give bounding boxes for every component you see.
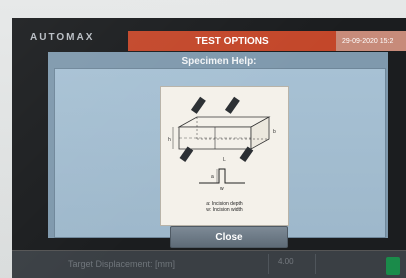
touch-screen: AUTOMAX TEST OPTIONS 29-09-2020 15:2 Spe…	[12, 18, 406, 278]
top-pin-right	[224, 96, 240, 114]
specimen-drawing: h b L a w	[168, 96, 276, 192]
target-displacement-label: Target Displacement: [mm]	[68, 259, 176, 269]
diagram-legend: a: Incision depth w: Incision width	[161, 201, 288, 213]
svg-text:h: h	[168, 137, 171, 143]
brand-logo: AUTOMAX	[30, 32, 95, 43]
close-button[interactable]: Close	[170, 226, 288, 248]
target-displacement-row: Target Displacement: [mm] 4.00	[12, 250, 406, 278]
dialog-title: Specimen Help:	[181, 56, 257, 67]
svg-text:b: b	[273, 129, 276, 135]
notch-detail	[199, 168, 245, 184]
svg-text:L: L	[223, 157, 226, 163]
svg-text:w: w	[220, 186, 224, 192]
datetime-display: 29-09-2020 15:2	[336, 31, 406, 51]
top-header: AUTOMAX TEST OPTIONS 29-09-2020 15:2	[12, 18, 406, 56]
target-displacement-value: 4.00	[278, 257, 294, 266]
status-icon	[386, 257, 400, 275]
top-pin-left	[190, 96, 206, 114]
legend-incision-width: w: Incision width	[206, 207, 243, 213]
screen-title: TEST OPTIONS	[128, 31, 336, 51]
specimen-diagram: h b L a w a: Incision depth w: Incision …	[160, 86, 289, 226]
svg-text:a: a	[211, 174, 214, 180]
